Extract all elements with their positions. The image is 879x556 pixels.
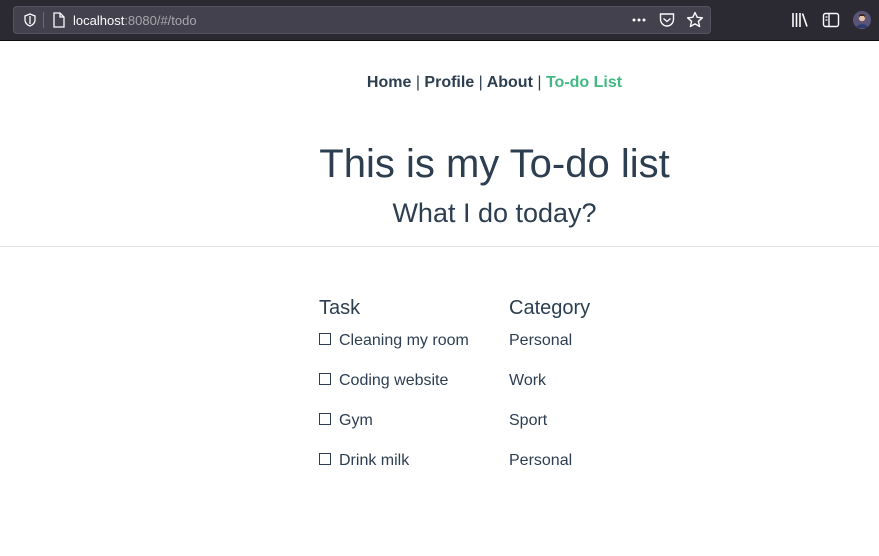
task-checkbox[interactable] xyxy=(319,373,331,385)
todo-row: Drink milk Personal xyxy=(319,452,619,472)
shield-icon[interactable] xyxy=(23,13,37,27)
nav-home-link[interactable]: Home xyxy=(367,74,411,91)
task-category: Sport xyxy=(509,412,548,429)
library-icon[interactable] xyxy=(791,11,809,29)
task-name: Coding website xyxy=(339,372,449,389)
todo-row: Cleaning my room Personal xyxy=(319,332,619,352)
task-category: Work xyxy=(509,372,547,389)
task-category: Personal xyxy=(509,332,573,349)
task-name: Gym xyxy=(339,412,373,429)
todo-row: Coding website Work xyxy=(319,372,619,392)
task-column-header: Task xyxy=(319,297,361,319)
nav-separator: | xyxy=(415,74,420,91)
sidebar-icon[interactable] xyxy=(822,11,840,29)
account-avatar[interactable] xyxy=(853,11,871,29)
browser-tools xyxy=(791,11,871,29)
star-icon[interactable] xyxy=(686,11,704,29)
category-column-header: Category xyxy=(509,297,591,319)
task-checkbox[interactable] xyxy=(319,333,331,345)
task-checkbox[interactable] xyxy=(319,453,331,465)
main-nav: Home | Profile | About | To-do List xyxy=(0,73,879,93)
nav-profile-link[interactable]: Profile xyxy=(424,74,474,91)
url-host: localhost xyxy=(73,13,125,28)
pocket-icon[interactable] xyxy=(658,11,676,29)
section-divider xyxy=(0,246,879,247)
url-actions xyxy=(630,11,704,29)
page-icon xyxy=(52,12,66,28)
todo-row: Gym Sport xyxy=(319,412,619,432)
task-name: Drink milk xyxy=(339,452,410,469)
browser-toolbar: localhost:8080/#/todo xyxy=(0,0,879,41)
url-bar[interactable]: localhost:8080/#/todo xyxy=(13,6,711,34)
nav-separator: | xyxy=(478,74,483,91)
task-category: Personal xyxy=(509,452,573,469)
more-icon[interactable] xyxy=(630,11,648,29)
url-text[interactable]: localhost:8080/#/todo xyxy=(73,13,197,29)
nav-about-link[interactable]: About xyxy=(487,74,533,91)
nav-todo-link[interactable]: To-do List xyxy=(546,74,622,91)
task-name: Cleaning my room xyxy=(339,332,469,349)
url-separator xyxy=(43,12,44,28)
nav-separator: | xyxy=(537,74,542,91)
task-checkbox[interactable] xyxy=(319,413,331,425)
url-path: :8080/#/todo xyxy=(124,13,197,28)
page-subtitle: What I do today? xyxy=(392,198,597,228)
page-title: This is my To-do list xyxy=(319,142,670,186)
